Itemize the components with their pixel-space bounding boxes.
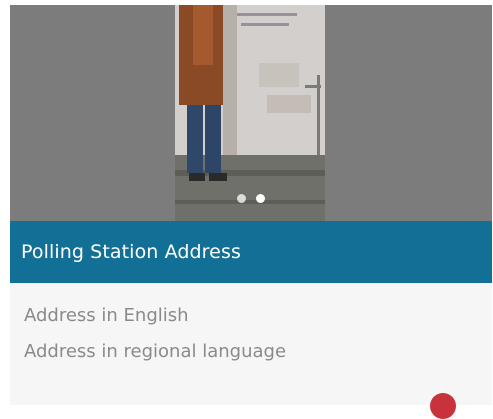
polling-station-photo (175, 5, 325, 221)
carousel-indicators (10, 194, 492, 203)
floating-action-button[interactable] (430, 393, 456, 419)
address-card: Address in English Address in regional l… (10, 283, 492, 405)
photo-carousel[interactable] (10, 5, 492, 221)
app-screen: Polling Station Address Address in Engli… (10, 5, 492, 405)
section-header: Polling Station Address (10, 221, 492, 283)
carousel-dot-2[interactable] (256, 194, 265, 203)
address-regional: Address in regional language (24, 341, 287, 362)
address-english: Address in English (24, 305, 189, 326)
carousel-dot-1[interactable] (237, 194, 246, 203)
page-title: Polling Station Address (21, 241, 241, 263)
